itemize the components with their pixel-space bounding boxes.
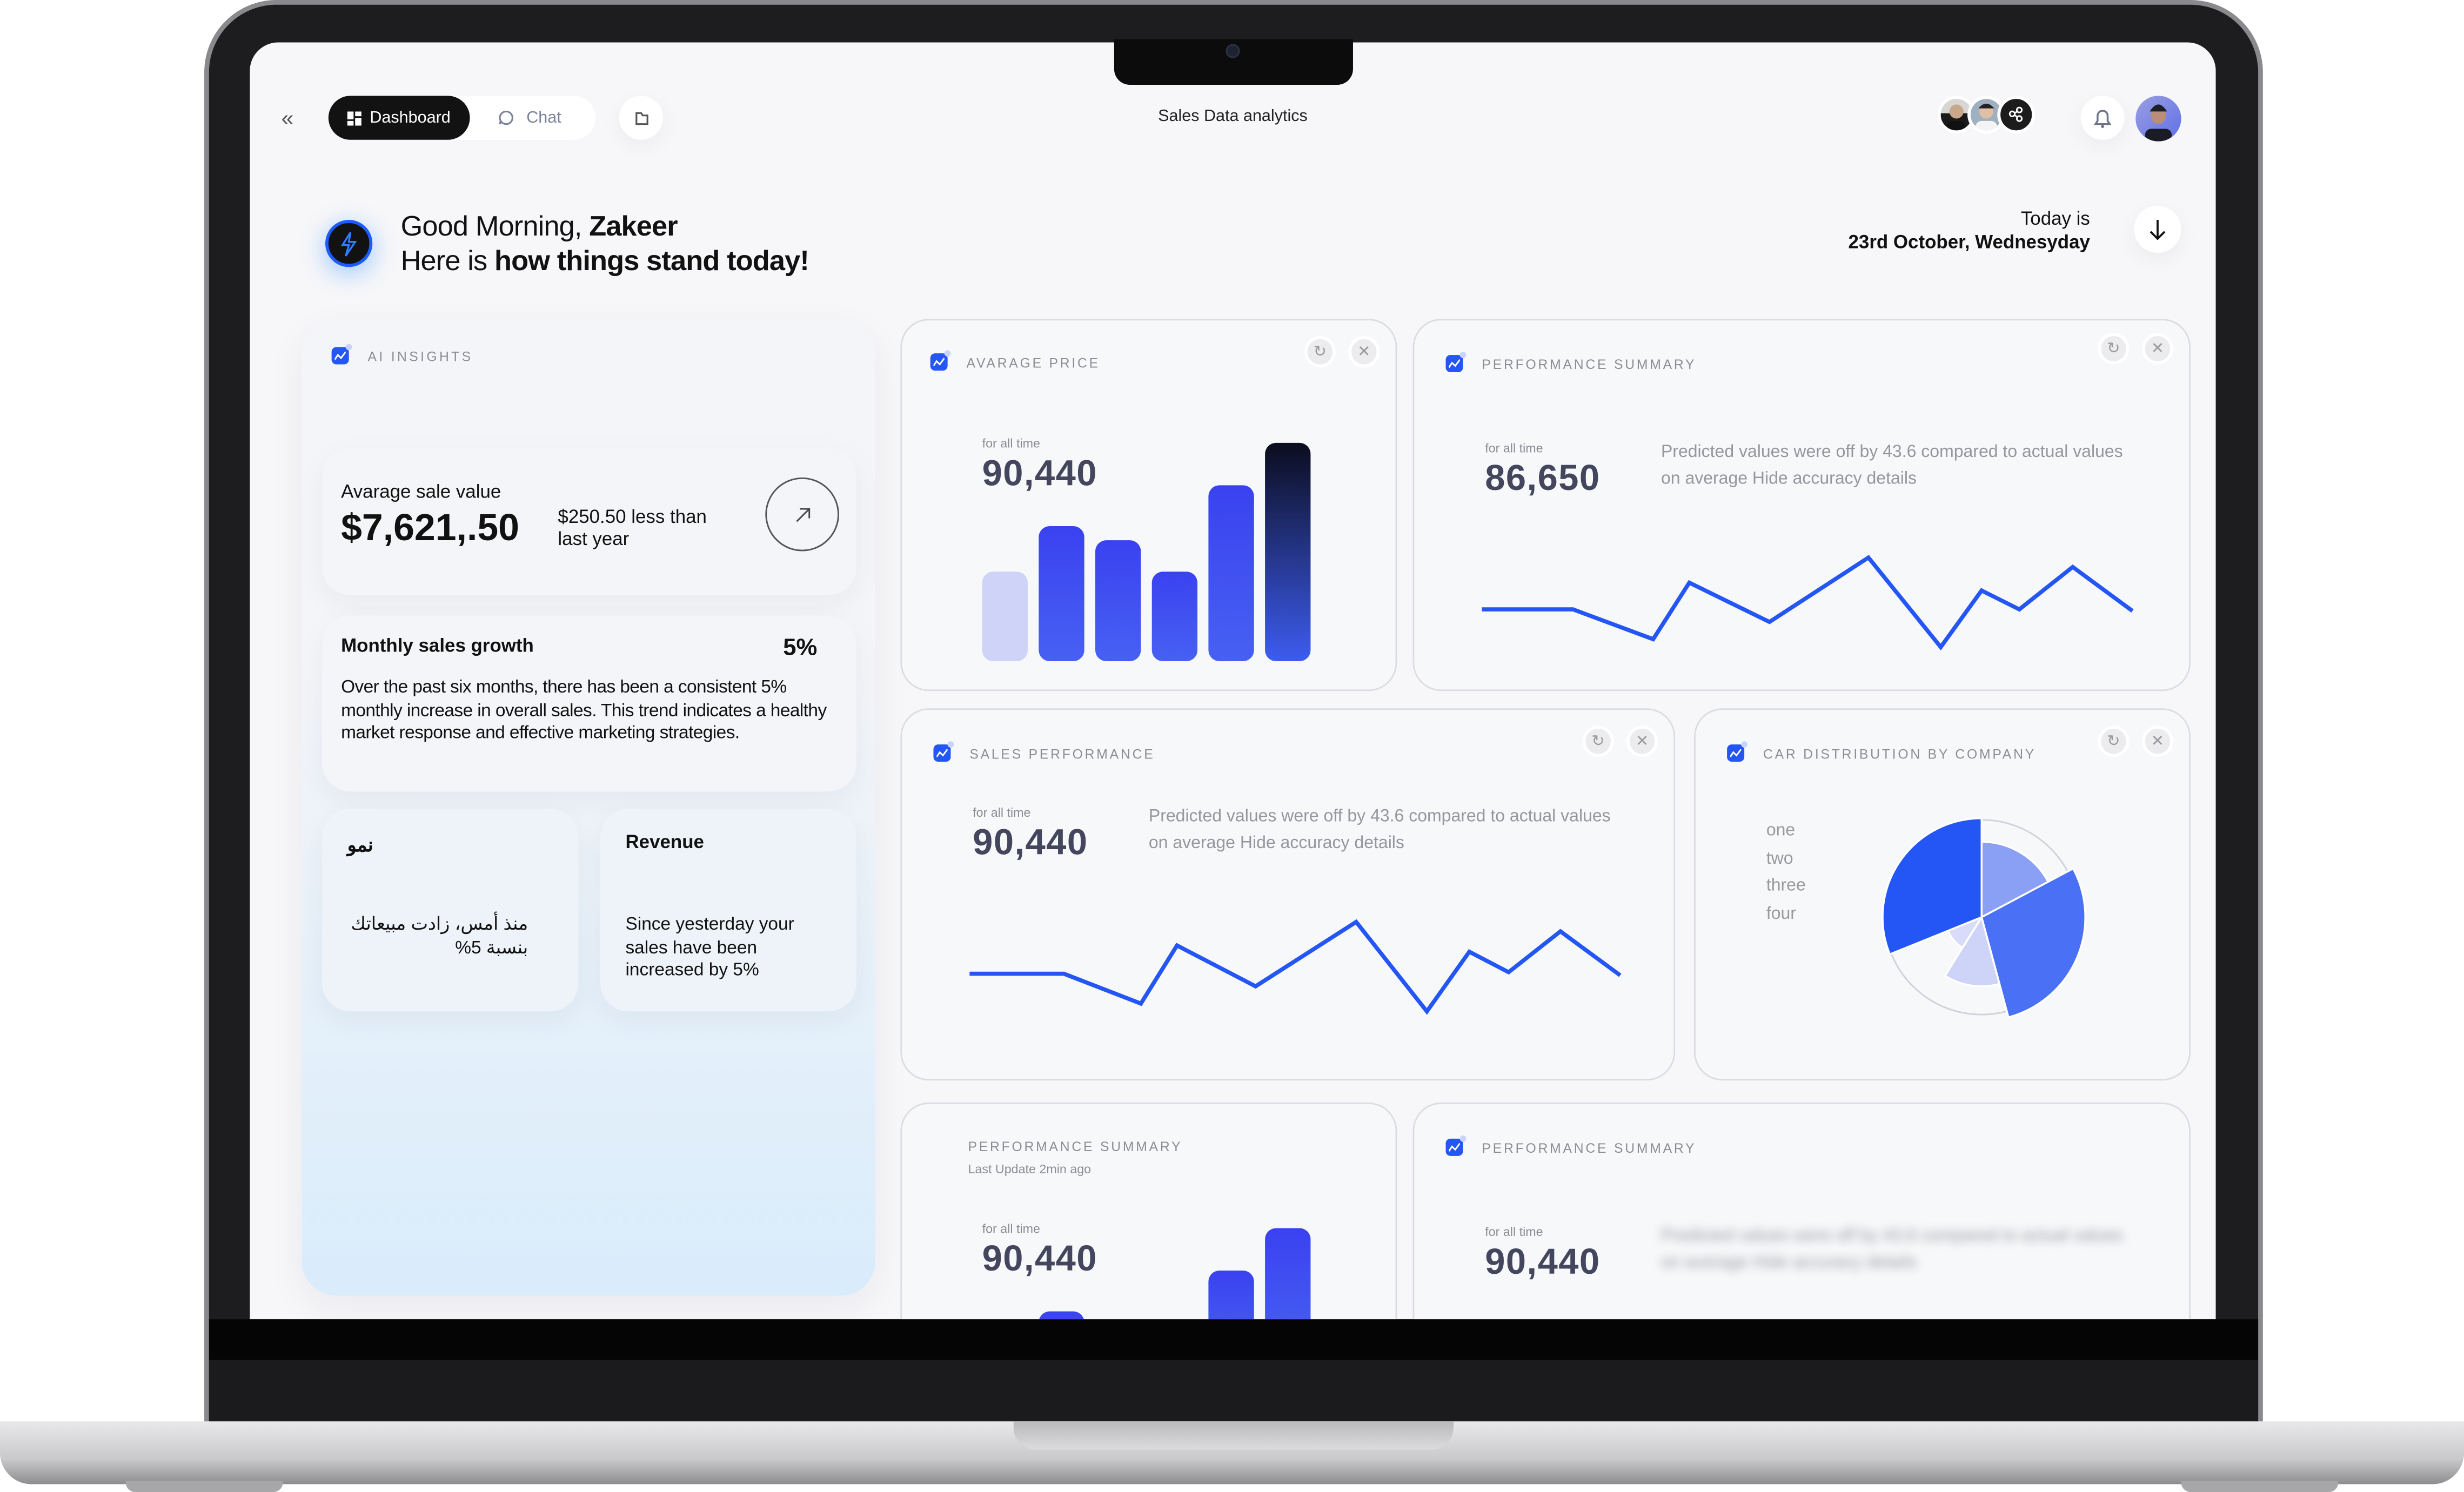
card-header: PERFORMANCE SUMMARY (1445, 1135, 1697, 1156)
laptop-foot (2181, 1481, 2339, 1492)
open-details-button[interactable] (765, 477, 839, 552)
laptop-chin (209, 1360, 2259, 1423)
bar (1208, 1271, 1254, 1320)
laptop-foot (125, 1481, 283, 1492)
bar (1039, 1311, 1084, 1320)
bar-chart (982, 442, 1311, 662)
collaborators (1937, 96, 2036, 134)
arrow-down-icon (2150, 220, 2166, 240)
bar (1265, 442, 1311, 662)
performance-summary-card-2: PERFORMANCE SUMMARY Last Update 2min ago… (900, 1102, 1397, 1320)
app-title: Sales Data analytics (1158, 106, 1308, 126)
camera-icon (1226, 44, 1240, 58)
screen-bottom-border (209, 1319, 2259, 1360)
share-icon (2008, 106, 2023, 122)
series-line (969, 919, 1622, 1015)
monthly-growth-card: Monthly sales growth 5% Over the past si… (322, 615, 856, 792)
bar (1095, 540, 1141, 662)
average-price-card: AVARAGE PRICE ↻ ✕ for all time 90,440 (900, 319, 1397, 691)
bell-icon (2093, 109, 2112, 127)
today-date: Today is 23rd October, Wednesyday (1848, 207, 2090, 253)
screen: « Dashboard Chat Sales Data analytics Go… (250, 42, 2216, 1320)
panel-header: AI INSIGHTS (331, 344, 473, 365)
bar (1039, 526, 1084, 662)
bar (1208, 485, 1254, 662)
arabic-growth-card: نمو منذ أمس، زادت مبيعاتك بنسبة 5% (322, 809, 579, 1012)
line-chart (1482, 555, 2134, 651)
share-button[interactable] (1997, 96, 2036, 134)
bar (1265, 1228, 1311, 1320)
laptop-opening-notch (1013, 1421, 1454, 1450)
lightning-icon (340, 232, 357, 257)
series-line (1482, 555, 2134, 651)
arrow-up-right-icon (795, 507, 809, 521)
ai-assistant-icon[interactable] (325, 220, 373, 267)
revenue-card: Revenue Since yesterday your sales have … (600, 809, 856, 1012)
ai-insights-panel: AI INSIGHTS Avarage sale value $7,621,.5… (302, 319, 875, 1296)
download-button[interactable] (2134, 205, 2181, 253)
line-chart (969, 919, 1622, 1015)
greeting: Good Morning, Zakeer Here is how things … (400, 210, 809, 277)
car-distribution-card: CAR DISTRIBUTION BY COMPANY ↻ ✕ one two t… (1694, 708, 2191, 1081)
performance-summary-card-3: PERFORMANCE SUMMARY for all time 90,440 … (1412, 1102, 2191, 1320)
bar (982, 572, 1028, 662)
bar (1151, 572, 1198, 662)
polar-area-chart (1882, 817, 2086, 1019)
chart-icon (331, 344, 352, 365)
user-avatar[interactable] (2135, 96, 2181, 142)
notifications-button[interactable] (2080, 96, 2125, 140)
sales-performance-card: SALES PERFORMANCE ↻ ✕ for all time 90,440… (900, 708, 1676, 1081)
bar-chart (1039, 1228, 1311, 1320)
avg-sale-card: Avarage sale value $7,621,.50 $250.50 le… (322, 447, 856, 595)
chart-icon (1445, 1135, 1467, 1156)
performance-summary-card: PERFORMANCE SUMMARY ↻ ✕ for all time 86,6… (1412, 319, 2191, 691)
